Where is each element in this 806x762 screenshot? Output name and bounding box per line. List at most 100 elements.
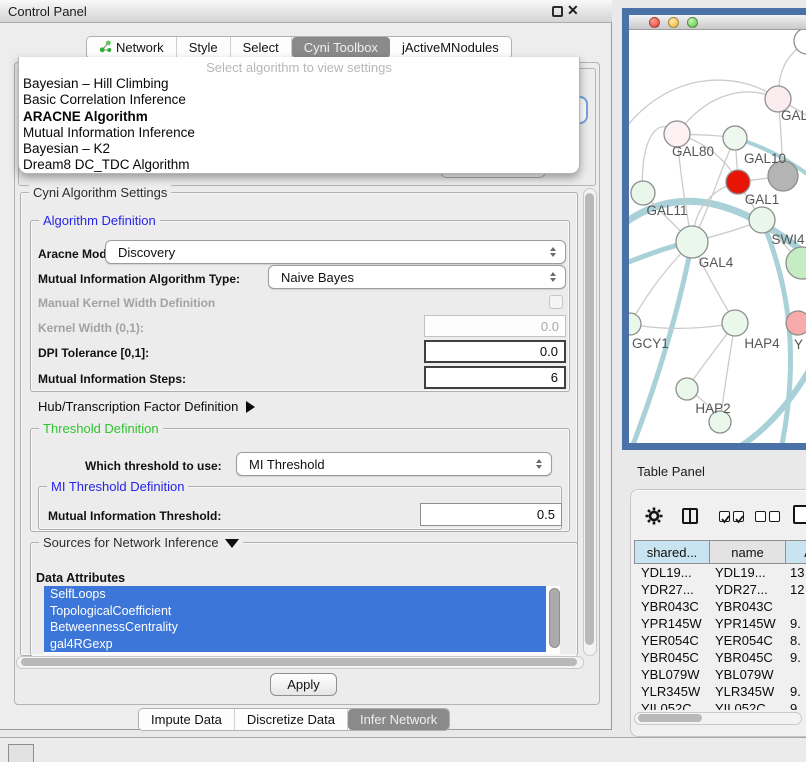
algorithm-option[interactable]: Basic Correlation Inference (19, 92, 579, 108)
algorithm-option[interactable]: ARACNE Algorithm (19, 109, 579, 125)
node-label: HAP2 (695, 401, 730, 416)
tab-label: Network (116, 40, 164, 55)
close-traffic-light-icon[interactable] (649, 17, 660, 28)
table-row[interactable]: YDR27...YDR27...12 (634, 581, 806, 598)
mi-algorithm-type-label: Mutual Information Algorithm Type: (38, 272, 240, 286)
node-label: GAL (781, 108, 806, 123)
table-row[interactable]: YPR145WYPR145W9. (634, 615, 806, 632)
which-threshold-combobox[interactable]: MI Threshold (236, 452, 552, 476)
table-row[interactable]: YBR045CYBR045C9. (634, 649, 806, 666)
node-label: HAP4 (744, 336, 780, 351)
settings-horizontal-scrollbar[interactable] (16, 656, 584, 669)
sources-title[interactable]: Sources for Network Inference (39, 535, 243, 550)
dpi-tolerance-field[interactable]: 0.0 (424, 340, 566, 363)
kernel-width-label: Kernel Width (0,1): (38, 321, 144, 335)
table-row[interactable]: YIL052CYIL052C9 (634, 700, 806, 710)
tab-style[interactable]: Style (177, 37, 231, 58)
network-edge[interactable] (629, 80, 778, 130)
manual-kernel-width-checkbox[interactable] (549, 295, 563, 309)
checked-checkbox-icon[interactable] (733, 511, 744, 522)
table-row[interactable]: YER054CYER054C8. (634, 632, 806, 649)
close-icon[interactable]: ✕ (567, 2, 579, 19)
hub-definition-expander[interactable]: Hub/Transcription Factor Definition (38, 399, 255, 414)
attribute-list-item[interactable]: TopologicalCoefficient (44, 603, 546, 620)
cyni-settings-title: Cyni Algorithm Settings (29, 185, 171, 200)
tab-jactivemnodules[interactable]: jActiveMNodules (390, 37, 511, 58)
network-node-hap4[interactable] (722, 310, 748, 336)
table-row[interactable]: YLR345WYLR345W9. (634, 683, 806, 700)
node-label: GAL80 (672, 144, 714, 159)
kernel-width-field[interactable]: 0.0 (424, 315, 566, 337)
network-node-gal10[interactable] (723, 126, 747, 150)
mi-algorithm-type-value: Naive Bayes (281, 270, 354, 285)
table-cell: YIL052C (710, 700, 786, 710)
apply-button[interactable]: Apply (270, 673, 337, 696)
mi-steps-label: Mutual Information Steps: (38, 372, 186, 386)
network-node-hap2[interactable] (676, 378, 698, 400)
data-attributes-list[interactable]: SelfLoopsTopologicalCoefficientBetweenne… (44, 586, 560, 654)
zoom-traffic-light-icon[interactable] (687, 17, 698, 28)
attribute-list-item[interactable]: SelfLoops (44, 586, 546, 603)
tab-label: jActiveMNodules (402, 40, 499, 55)
network-edge[interactable] (630, 323, 735, 328)
tab-cyni-toolbox[interactable]: Cyni Toolbox (292, 37, 390, 58)
network-node[interactable] (786, 247, 806, 279)
hub-definition-label: Hub/Transcription Factor Definition (38, 399, 238, 414)
table-row[interactable]: YBL079WYBL079W (634, 666, 806, 683)
settings-hscroll-thumb[interactable] (21, 658, 577, 666)
attribute-list-item[interactable]: BetweennessCentrality (44, 619, 546, 636)
algorithm-option[interactable]: Bayesian – Hill Climbing (19, 76, 579, 92)
table-cell: YDR27... (710, 581, 786, 598)
mi-steps-field[interactable]: 6 (424, 366, 566, 389)
network-node-gal1[interactable] (726, 170, 750, 194)
network-edge[interactable] (762, 220, 791, 443)
minimize-traffic-light-icon[interactable] (668, 17, 679, 28)
tab-infer-network[interactable]: Infer Network (348, 709, 449, 730)
column-header-shared[interactable]: shared... (634, 540, 710, 564)
tab-network[interactable]: Network (87, 37, 177, 58)
aracne-mode-combobox[interactable]: Discovery (105, 240, 566, 264)
network-node-swi4[interactable] (749, 207, 775, 233)
apply-button-label: Apply (287, 677, 320, 692)
network-node-gcy1[interactable] (629, 313, 641, 335)
settings-vertical-scrollbar[interactable] (583, 188, 597, 656)
float-window-icon[interactable] (552, 6, 563, 17)
tab-select[interactable]: Select (231, 37, 292, 58)
document-icon[interactable] (793, 505, 806, 524)
attributes-scrollbar-thumb[interactable] (549, 588, 560, 648)
network-canvas[interactable]: GALGAL80GAL10GAL1GAL11SWI4GAL4GCY1HAP4YH… (629, 30, 806, 443)
network-node-gal11[interactable] (631, 181, 655, 205)
table-row[interactable]: YDL19...YDL19...13 (634, 564, 806, 581)
gear-icon[interactable] (645, 507, 663, 525)
checked-checkbox-icon[interactable] (719, 511, 730, 522)
table-cell: 9. (786, 683, 806, 700)
settings-vscroll-thumb[interactable] (585, 193, 594, 645)
tab-impute-data[interactable]: Impute Data (139, 709, 235, 730)
table-cell: YDL19... (710, 564, 786, 581)
node-table[interactable]: YDL19...YDL19...13YDR27...YDR27...12YBR0… (634, 564, 806, 710)
tab-label: Style (189, 40, 218, 55)
mi-algorithm-type-combobox[interactable]: Naive Bayes (268, 265, 566, 289)
tab-label: Cyni Toolbox (304, 40, 378, 55)
spinner-arrows-icon (550, 247, 556, 257)
unchecked-checkbox-icon[interactable] (769, 511, 780, 522)
tab-discretize-data[interactable]: Discretize Data (235, 709, 348, 730)
algorithm-option[interactable]: Dream8 DC_TDC Algorithm (19, 157, 579, 173)
algorithm-option[interactable]: Bayesian – K2 (19, 141, 579, 157)
network-edge[interactable] (677, 92, 778, 134)
split-columns-icon[interactable] (682, 508, 698, 524)
table-horizontal-scrollbar[interactable] (634, 712, 802, 725)
mi-steps-value: 6 (551, 370, 558, 385)
column-header-name[interactable]: name (710, 540, 786, 564)
tab-label: Impute Data (151, 712, 222, 727)
table-row[interactable]: YBR043CYBR043C (634, 598, 806, 615)
attribute-list-item[interactable]: gal4RGexp (44, 636, 546, 653)
table-hscroll-thumb[interactable] (638, 714, 702, 722)
unchecked-checkbox-icon[interactable] (755, 511, 766, 522)
mi-threshold-field[interactable]: 0.5 (420, 503, 562, 526)
algorithm-option[interactable]: Mutual Information Inference (19, 125, 579, 141)
network-node-y[interactable] (786, 311, 806, 335)
network-node-gal4[interactable] (676, 226, 708, 258)
column-header-partial[interactable]: A (786, 540, 806, 564)
table-cell: YBR045C (634, 649, 710, 666)
